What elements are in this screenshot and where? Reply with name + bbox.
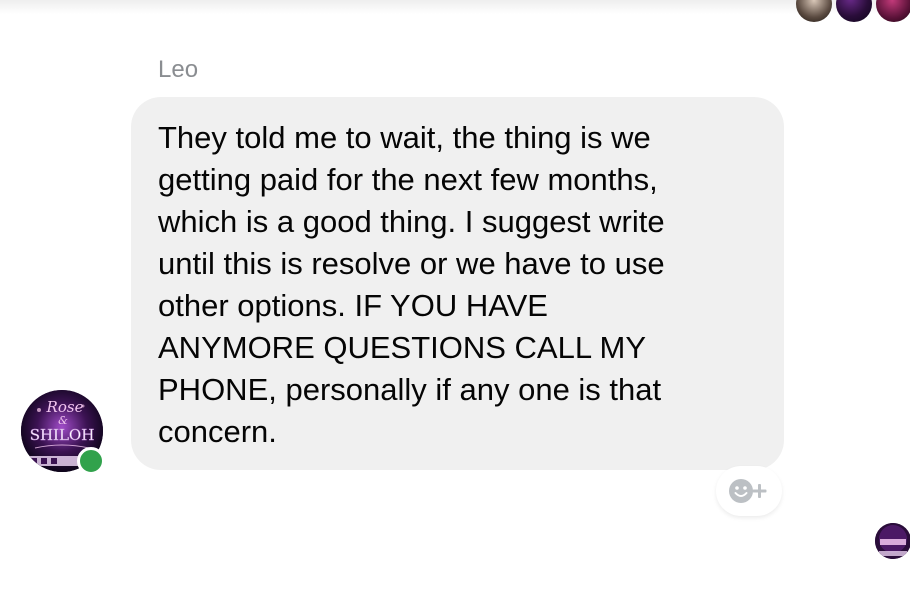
read-receipt-avatar [875,523,910,559]
add-reaction-button[interactable] [716,466,782,516]
seen-by-avatar[interactable] [876,0,910,22]
chat-screen: Leo They told me to wait, the thing is w… [0,0,910,592]
online-status-indicator [77,447,105,475]
message-line: They told me to wait, the thing is we [158,120,651,155]
message-line: PHONE, personally if any one is that [158,372,662,407]
message-line: other options. IF YOU HAVE [158,288,548,323]
read-receipt-avatar-logo [875,523,910,559]
seen-by-avatar[interactable] [836,0,872,22]
top-edge-fade [0,0,910,14]
message-line: ANYMORE QUESTIONS CALL MY [158,330,647,365]
message-line: which is a good thing. I suggest write [158,204,665,239]
message-bubble[interactable]: They told me to wait, the thing is we ge… [131,97,784,470]
sender-name: Leo [158,56,199,83]
message-line: getting paid for the next few months, [158,162,658,197]
add-reaction-icon [729,479,767,503]
message-line: concern. [158,414,277,449]
message-line: until this is resolve or we have to use [158,246,665,281]
logo-text: SHILOH [30,426,95,444]
seen-by-avatar[interactable] [796,0,832,22]
